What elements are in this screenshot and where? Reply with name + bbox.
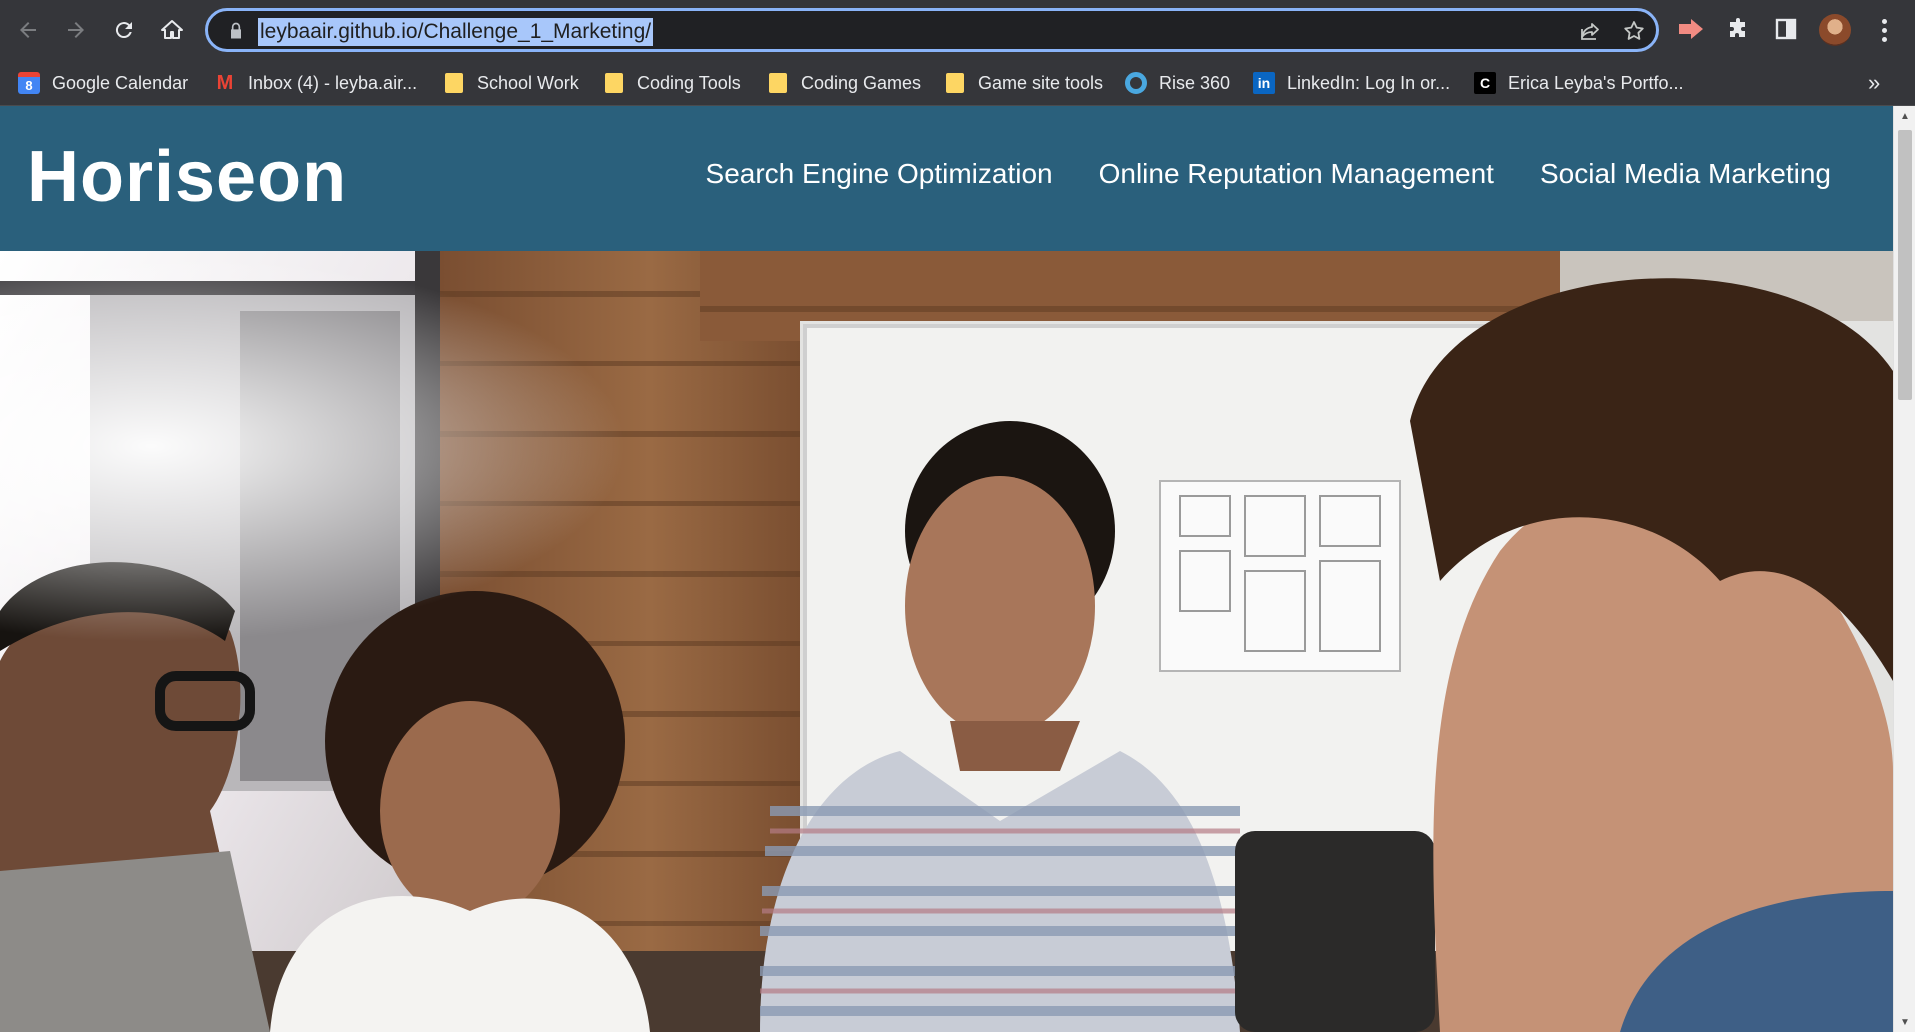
site-nav: Search Engine Optimization Online Reputa… (706, 158, 1831, 190)
home-icon (161, 20, 183, 39)
hero-image (0, 251, 1893, 1032)
nav-link-social-media[interactable]: Social Media Marketing (1540, 158, 1831, 190)
folder-icon (767, 72, 789, 94)
url-text[interactable]: leybaair.github.io/Challenge_1_Marketing… (258, 18, 654, 46)
folder-icon (603, 72, 625, 94)
site-logo[interactable]: Horiseon (27, 136, 347, 218)
extension-red-arrow-icon[interactable] (1676, 14, 1706, 44)
bookmark-label: LinkedIn: Log In or... (1287, 72, 1451, 93)
side-panel-icon[interactable] (1771, 14, 1801, 44)
more-bookmarks-button[interactable]: » (1868, 60, 1880, 106)
scrollbar-thumb[interactable] (1898, 130, 1912, 400)
folder-icon (944, 72, 966, 94)
page-viewport: Horiseon Search Engine Optimization Onli… (0, 106, 1915, 1032)
bookmark-linkedin[interactable]: in LinkedIn: Log In or... (1253, 60, 1450, 106)
bookmark-label: Inbox (4) - leyba.air... (248, 72, 418, 93)
bookmark-google-calendar[interactable]: 8 Google Calendar (18, 60, 188, 106)
bookmark-portfolio[interactable]: C Erica Leyba's Portfo... (1474, 60, 1684, 106)
nav-link-seo[interactable]: Search Engine Optimization (706, 158, 1053, 190)
scroll-down-arrow-icon[interactable]: ▼ (1894, 1012, 1915, 1032)
bookmark-label: Rise 360 (1159, 72, 1231, 93)
bookmark-inbox[interactable]: M Inbox (4) - leyba.air... (214, 60, 417, 106)
codepen-icon: C (1474, 72, 1496, 94)
bookmark-label: Google Calendar (52, 72, 189, 93)
nav-link-reputation[interactable]: Online Reputation Management (1099, 158, 1494, 190)
bookmark-label: Game site tools (978, 72, 1104, 93)
forward-button[interactable] (56, 10, 96, 50)
bookmark-coding-games[interactable]: Coding Games (767, 60, 921, 106)
bookmark-school-work[interactable]: School Work (443, 60, 579, 106)
bookmarks-bar: 8 Google Calendar M Inbox (4) - leyba.ai… (0, 60, 1915, 106)
address-bar[interactable]: leybaair.github.io/Challenge_1_Marketing… (205, 8, 1659, 52)
bookmark-coding-tools[interactable]: Coding Tools (603, 60, 741, 106)
bookmark-label: Coding Tools (637, 72, 741, 93)
extensions-puzzle-icon[interactable] (1724, 14, 1754, 44)
bookmark-label: Erica Leyba's Portfo... (1508, 72, 1684, 93)
linkedin-icon: in (1253, 72, 1275, 94)
scroll-up-arrow-icon[interactable]: ▲ (1894, 106, 1915, 126)
reload-icon (115, 22, 132, 39)
google-calendar-icon: 8 (18, 72, 40, 94)
reload-button[interactable] (104, 10, 144, 50)
star-bookmark-icon[interactable] (1622, 19, 1646, 43)
page-scrollbar[interactable]: ▲ ▼ (1893, 106, 1915, 1032)
bookmark-rise-360[interactable]: Rise 360 (1125, 60, 1230, 106)
rise-icon (1125, 72, 1147, 94)
bookmark-label: School Work (477, 72, 579, 93)
gmail-icon: M (216, 71, 234, 94)
hero-photo-illustration (0, 251, 1893, 1032)
share-icon[interactable] (1578, 19, 1602, 43)
site-header: Horiseon Search Engine Optimization Onli… (0, 106, 1893, 251)
home-button[interactable] (152, 10, 192, 50)
lock-icon (231, 22, 241, 39)
profile-avatar[interactable] (1819, 14, 1851, 46)
back-button[interactable] (8, 10, 48, 50)
bookmark-label: Coding Games (801, 72, 922, 93)
arrow-left-icon (20, 22, 36, 38)
arrow-right-icon (68, 22, 84, 38)
browser-menu-icon[interactable] (1872, 14, 1896, 46)
folder-icon (443, 72, 465, 94)
bookmark-game-site-tools[interactable]: Game site tools (944, 60, 1103, 106)
browser-toolbar: leybaair.github.io/Challenge_1_Marketing… (0, 0, 1915, 60)
